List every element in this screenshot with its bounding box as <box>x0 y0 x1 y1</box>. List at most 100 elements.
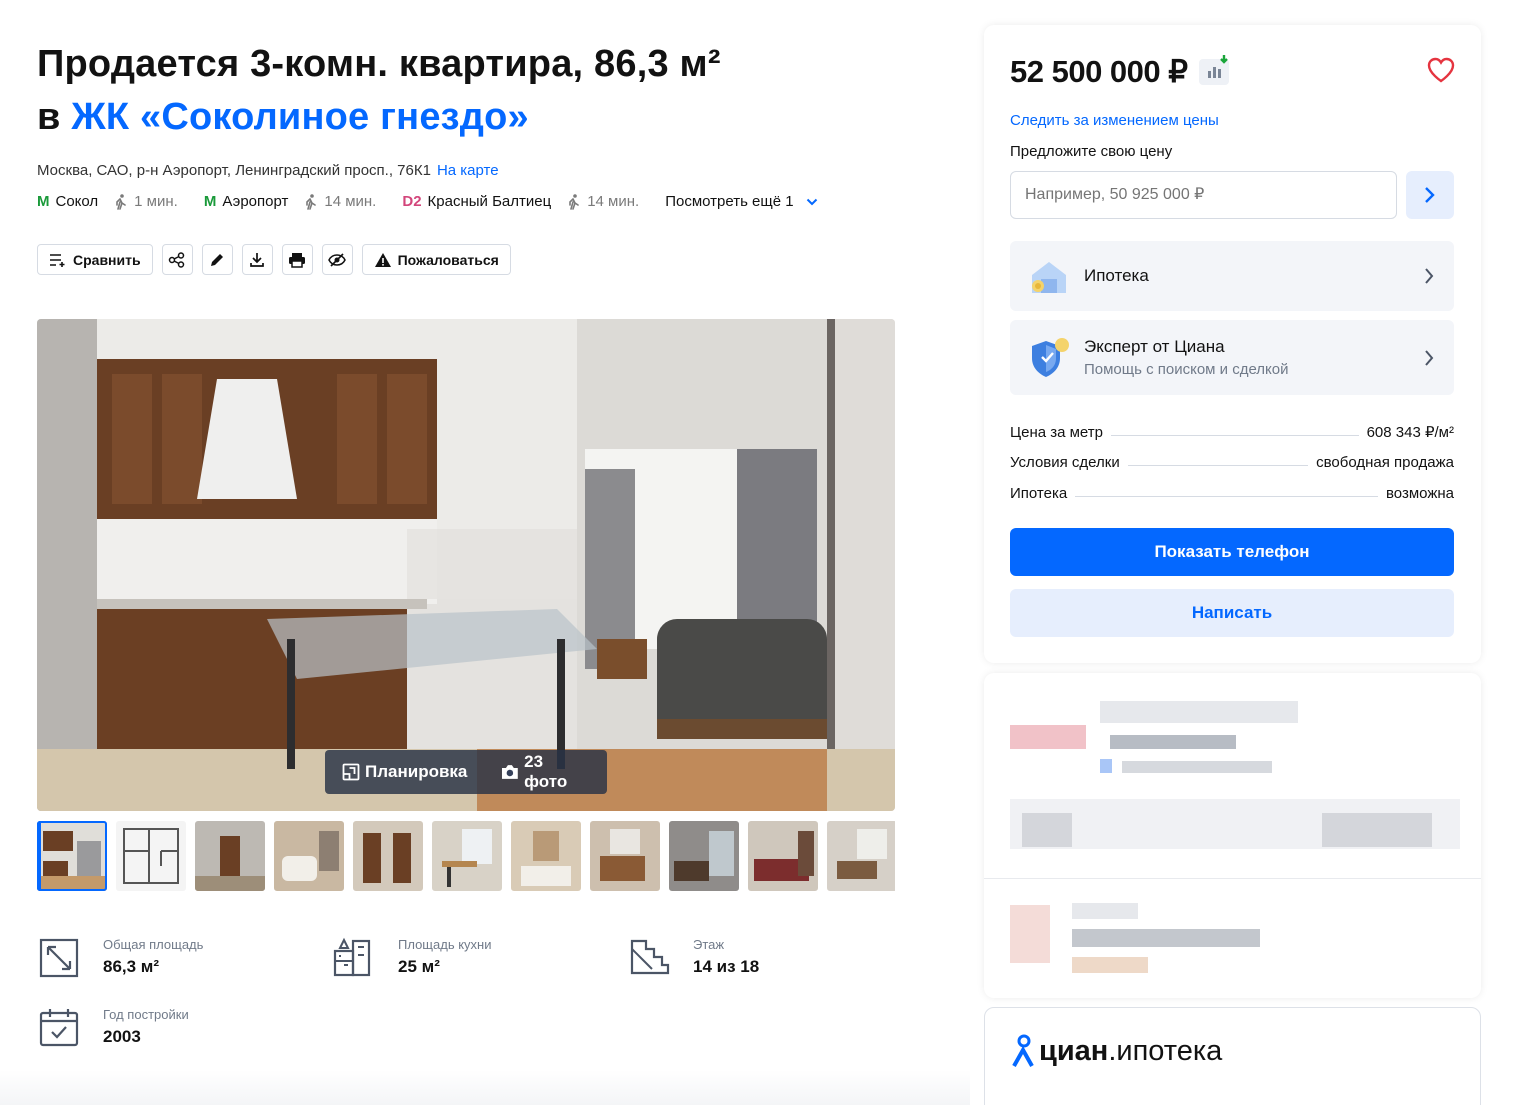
eye-off-icon <box>328 252 346 267</box>
walk-time: 14 мин. <box>304 193 376 210</box>
metro-station-name: Аэропорт <box>222 193 289 210</box>
warning-icon <box>374 252 391 267</box>
detail-value: 608 343 ₽/м² <box>1366 424 1454 441</box>
print-button[interactable] <box>281 244 313 275</box>
walk-time-value: 14 мин. <box>324 193 377 210</box>
metro-more-button[interactable]: Посмотреть ещё 1 <box>665 193 817 210</box>
mortgage-service[interactable]: Ипотека <box>1010 241 1454 311</box>
cian-logo-icon <box>1012 1034 1034 1067</box>
photo-gallery[interactable]: Планировка 23 фото <box>37 319 895 811</box>
chevron-down-icon <box>806 198 817 205</box>
detail-row: Условия сделки свободная продажа <box>1010 454 1454 471</box>
fact-label: Этаж <box>693 937 725 952</box>
price-chart-icon <box>1208 55 1228 78</box>
fact-label: Год постройки <box>103 1007 189 1022</box>
title-prefix: в <box>37 96 72 138</box>
walk-time-value: 14 мин. <box>587 193 640 210</box>
address: Москва, САО, р-н Аэропорт, Ленинградский… <box>37 162 499 179</box>
camera-icon <box>502 765 519 779</box>
photos-label: 23 фото <box>524 752 568 791</box>
walk-icon <box>306 193 317 210</box>
house-icon <box>1032 262 1066 293</box>
thumbnail[interactable] <box>353 821 423 891</box>
agent-card-blurred <box>984 673 1481 998</box>
thumbnail[interactable] <box>37 821 107 891</box>
metro-station-name: Сокол <box>55 193 99 210</box>
address-text: Москва, САО, р-н Аэропорт, Ленинградский… <box>37 162 431 179</box>
gallery-overlay: Планировка 23 фото <box>325 750 607 794</box>
compare-button[interactable]: Сравнить <box>37 244 153 275</box>
show-phone-button[interactable]: Показать телефон <box>1010 528 1454 576</box>
walk-icon <box>569 193 580 210</box>
edit-button[interactable] <box>201 244 233 275</box>
follow-price-link[interactable]: Следить за изменением цены <box>1010 112 1219 129</box>
kitchen-icon <box>333 937 371 977</box>
fact-value: 25 м² <box>398 957 440 976</box>
complain-button[interactable]: Пожаловаться <box>361 244 511 275</box>
fact-label: Площадь кухни <box>398 937 492 952</box>
blurred-block <box>1010 905 1050 963</box>
metro-m-icon: M <box>203 193 217 210</box>
thumbnail[interactable] <box>195 821 265 891</box>
complain-label: Пожаловаться <box>397 251 499 268</box>
thumbnail[interactable] <box>432 821 502 891</box>
thumbnail[interactable] <box>274 821 344 891</box>
walk-icon <box>116 193 126 210</box>
expert-service[interactable]: Эксперт от Циана Помощь с поиском и сдел… <box>1010 320 1454 395</box>
blurred-block <box>1122 761 1272 773</box>
title-line-2: в ЖК «Соколиное гнездо» <box>37 91 721 144</box>
fact-label: Общая площадь <box>103 937 204 952</box>
detail-key: Цена за метр <box>1010 423 1103 441</box>
main-photo[interactable] <box>37 319 895 811</box>
thumbnail[interactable] <box>116 821 186 891</box>
thumbnail[interactable] <box>590 821 660 891</box>
cian-mortgage-logo: циан .ипотека <box>1011 1034 1222 1068</box>
metro-station-name: Красный Балтиец <box>427 193 552 210</box>
download-button[interactable] <box>241 244 273 275</box>
pencil-icon <box>211 253 224 266</box>
price-card: 52 500 000 ₽ Следить за изменением цены … <box>984 25 1481 663</box>
price-history-button[interactable] <box>1199 55 1229 85</box>
hide-button[interactable] <box>321 244 353 275</box>
cian-mortgage-promo[interactable]: циан .ипотека <box>984 1007 1481 1105</box>
offer-price-input[interactable] <box>1010 171 1397 219</box>
metro-station[interactable]: D2 Красный Балтиец 14 мин. <box>402 193 639 210</box>
thumbnail[interactable] <box>669 821 739 891</box>
shield-icon <box>1032 337 1069 377</box>
dotted-leader <box>1127 465 1309 466</box>
metro-station[interactable]: M Аэропорт 14 мин. <box>204 193 377 210</box>
metro-station[interactable]: M Сокол 1 мин. <box>37 193 178 210</box>
compare-label: Сравнить <box>73 251 141 268</box>
walk-time: 1 мин. <box>114 193 178 210</box>
photos-button[interactable]: 23 фото <box>484 752 607 792</box>
fact-value: 86,3 м² <box>103 957 160 976</box>
layout-button[interactable]: Планировка <box>325 762 484 782</box>
expert-subtitle: Помощь с поиском и сделкой <box>1084 361 1289 378</box>
map-link[interactable]: На карте <box>437 162 499 179</box>
complex-link[interactable]: ЖК «Соколиное гнездо» <box>71 96 529 138</box>
chevron-right-icon <box>1425 187 1435 203</box>
calendar-icon <box>39 1009 79 1047</box>
printer-icon <box>289 252 306 268</box>
blurred-block <box>1010 725 1086 749</box>
thumbnail[interactable] <box>827 821 895 891</box>
metro-more-label: Посмотреть ещё 1 <box>665 193 794 210</box>
heart-icon[interactable] <box>1426 56 1456 84</box>
metro-list: M Сокол 1 мин. M Аэропорт 14 мин. D2 Кра… <box>37 193 818 210</box>
cian-product: .ипотека <box>1108 1034 1223 1067</box>
layout-label: Планировка <box>365 762 468 781</box>
write-button[interactable]: Написать <box>1010 589 1454 637</box>
blurred-block <box>1110 735 1236 749</box>
fact-kitchen-area: Площадь кухни 25 м² <box>332 935 491 979</box>
thumbnail[interactable] <box>748 821 818 891</box>
walk-time: 14 мин. <box>567 193 639 210</box>
blurred-block <box>1022 813 1072 847</box>
share-button[interactable] <box>161 244 193 275</box>
blurred-block <box>1100 701 1298 723</box>
fact-total-area: Общая площадь 86,3 м² <box>37 935 203 979</box>
metro-m-icon: M <box>37 193 50 210</box>
thumbnail[interactable] <box>511 821 581 891</box>
page-fade <box>0 1070 970 1105</box>
detail-value: свободная продажа <box>1316 454 1454 471</box>
offer-submit-button[interactable] <box>1406 171 1454 219</box>
